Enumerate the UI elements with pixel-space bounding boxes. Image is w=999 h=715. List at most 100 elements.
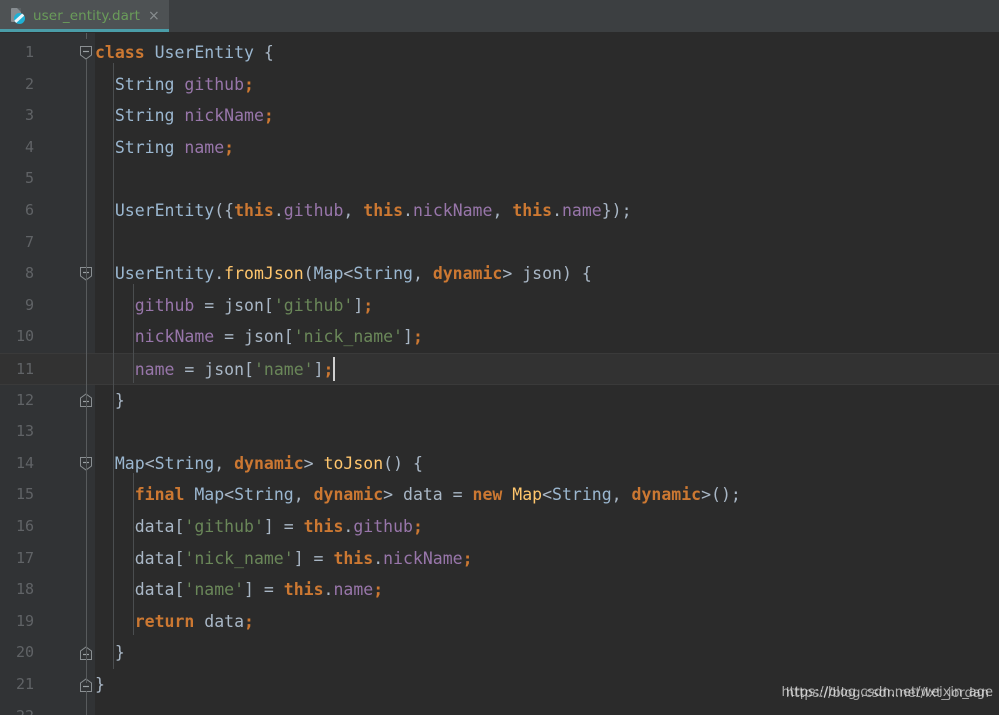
code-token: data[ [95, 548, 185, 568]
code-line[interactable]: 6 UserEntity({this.github, this.nickName… [0, 195, 999, 227]
code-token: ] = [244, 580, 284, 600]
code-token: String [234, 485, 294, 505]
code-line-text[interactable]: github = json['github']; [95, 290, 373, 322]
code-line[interactable]: 20 } [0, 637, 999, 669]
code-line[interactable]: 19 return data; [0, 606, 999, 638]
code-line[interactable]: 17 data['nick_name'] = this.nickName; [0, 543, 999, 575]
code-line-text[interactable]: data['name'] = this.name; [95, 574, 383, 606]
code-line-text[interactable]: String name; [95, 132, 234, 164]
code-token: ; [373, 580, 384, 600]
code-token: ( [303, 264, 314, 284]
code-line-current[interactable]: 11 name = json['name']; [0, 353, 999, 385]
code-token: nickName [184, 106, 264, 126]
indent-guide [112, 62, 114, 669]
indent-guide [132, 473, 134, 636]
code-token: String [114, 137, 175, 157]
code-token: final [134, 485, 185, 505]
code-token: String [114, 106, 175, 126]
code-token: String [154, 453, 215, 473]
code-line[interactable]: 14 Map<String, dynamic> toJson() { [0, 448, 999, 480]
code-line[interactable]: 2 String github; [0, 69, 999, 101]
code-line-text[interactable]: } [95, 669, 105, 701]
code-line-text[interactable]: class UserEntity { [95, 37, 274, 69]
dart-file-icon [10, 8, 26, 24]
fold-connector-line [86, 469, 87, 652]
code-line[interactable]: 4 String name; [0, 132, 999, 164]
code-token: class [95, 43, 145, 62]
code-token: Map [194, 485, 225, 505]
code-token: new [472, 485, 503, 505]
code-token: } [95, 643, 125, 663]
code-line[interactable]: 15 final Map<String, dynamic> data = new… [0, 479, 999, 511]
code-token: ; [363, 295, 374, 315]
code-line[interactable]: 3 String nickName; [0, 100, 999, 132]
code-token: 'nick_name' [293, 327, 403, 347]
code-line[interactable]: 10 nickName = json['nick_name']; [0, 321, 999, 353]
code-token: this [333, 548, 374, 568]
code-token: name [184, 137, 225, 157]
code-line[interactable]: 16 data['github'] = this.github; [0, 511, 999, 543]
fold-connector-line [86, 33, 87, 39]
code-line[interactable]: 9 github = json['github']; [0, 290, 999, 322]
code-line-text[interactable]: data['github'] = this.github; [95, 511, 423, 543]
code-line-text[interactable]: UserEntity({this.github, this.nickName, … [95, 195, 632, 227]
code-token: ; [244, 611, 254, 631]
code-line-text[interactable]: final Map<String, dynamic> data = new Ma… [95, 479, 741, 511]
line-number: 19 [15, 611, 34, 630]
tab-user-entity-dart[interactable]: user_entity.dart × [0, 0, 169, 32]
code-line[interactable]: 1 class UserEntity { [0, 37, 999, 69]
code-token: dynamic [631, 485, 702, 505]
line-number: 17 [15, 548, 34, 567]
code-token: github [184, 74, 245, 94]
line-number: 6 [24, 201, 34, 219]
code-line-text[interactable]: name = json['name']; [95, 354, 334, 386]
code-line-text[interactable]: Map<String, dynamic> toJson() { [95, 448, 423, 480]
code-token: ] [353, 295, 364, 315]
code-line[interactable]: 12 } [0, 385, 999, 417]
close-icon[interactable]: × [147, 9, 160, 23]
code-token: , [492, 201, 513, 220]
code-token: = json[ [194, 295, 274, 315]
line-number: 11 [15, 360, 34, 378]
code-token: nickName [134, 327, 215, 347]
code-token: nickName [412, 201, 493, 220]
tab-label: user_entity.dart [33, 8, 141, 24]
code-line-text[interactable]: String github; [95, 69, 254, 101]
code-line-text[interactable]: data['nick_name'] = this.nickName; [95, 543, 473, 575]
code-token: this [363, 201, 404, 220]
code-token: > [303, 453, 324, 473]
code-line-text[interactable]: } [95, 637, 125, 669]
code-token: String [552, 485, 612, 505]
code-line[interactable]: 13 [0, 416, 999, 448]
code-line[interactable]: 7 [0, 227, 999, 259]
code-line[interactable]: 8 UserEntity.fromJson(Map<String, dynami… [0, 258, 999, 290]
code-token: name [134, 360, 175, 379]
code-token: . [323, 580, 334, 600]
code-token: , [412, 264, 433, 284]
code-token: }); [601, 201, 632, 220]
line-number: 14 [15, 453, 34, 472]
code-line[interactable]: 18 data['name'] = this.name; [0, 574, 999, 606]
code-line-text[interactable]: UserEntity.fromJson(Map<String, dynamic>… [95, 258, 592, 290]
code-token: ; [263, 106, 274, 126]
line-number: 12 [15, 390, 34, 409]
code-token: () { [383, 453, 423, 473]
code-editor[interactable]: 1 class UserEntity {2 String github; 3 Str… [0, 33, 999, 715]
line-number: 8 [24, 264, 34, 283]
code-token: dynamic [432, 264, 503, 284]
code-token: return [134, 611, 195, 631]
code-line-text[interactable]: return data; [95, 606, 254, 638]
code-token: ; [323, 360, 334, 379]
fold-connector-line [86, 280, 87, 399]
code-token: } [95, 675, 105, 694]
code-line-text[interactable]: String nickName; [95, 100, 274, 132]
code-token: 'github' [273, 295, 354, 315]
code-line[interactable]: 5 [0, 163, 999, 195]
code-line-text[interactable]: } [95, 385, 125, 417]
code-line-text[interactable]: nickName = json['nick_name']; [95, 321, 423, 353]
code-token: . [552, 201, 562, 220]
code-token: data [194, 611, 245, 631]
